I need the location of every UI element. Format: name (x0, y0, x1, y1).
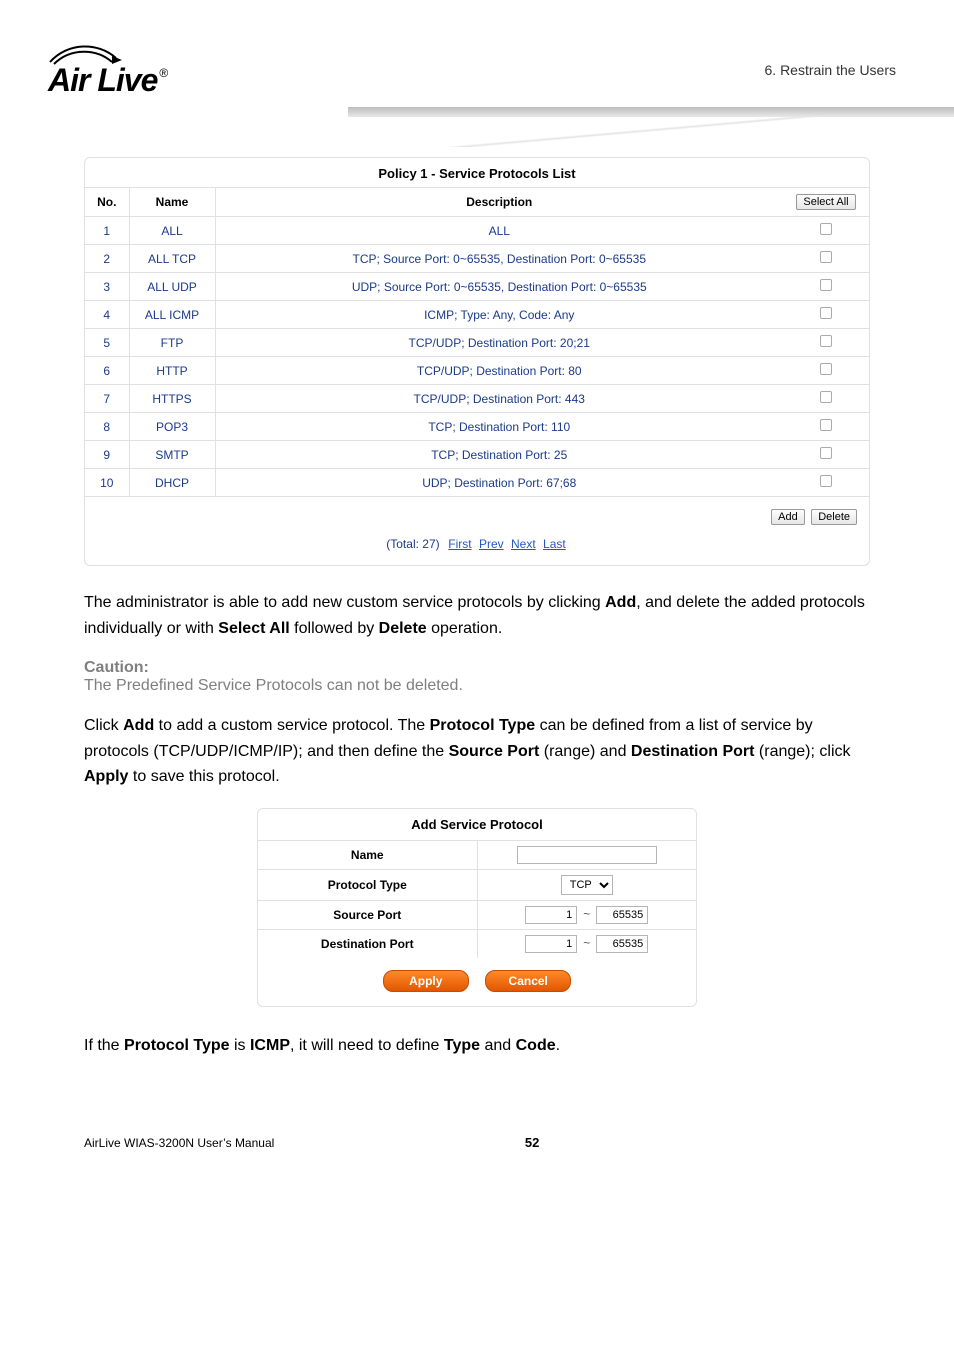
row-checkbox[interactable] (820, 447, 832, 459)
table-row: 5FTPTCP/UDP; Destination Port: 20;21 (85, 329, 869, 357)
pager-last[interactable]: Last (543, 537, 566, 551)
cell-name: ALL ICMP (129, 301, 215, 329)
cell-desc: ALL (215, 217, 783, 245)
cell-desc: UDP; Destination Port: 67;68 (215, 469, 783, 497)
cancel-button[interactable]: Cancel (485, 970, 571, 992)
breadcrumb: 6. Restrain the Users (765, 62, 897, 78)
range-separator: ~ (577, 907, 596, 921)
cell-no: 3 (85, 273, 129, 301)
name-label: Name (258, 840, 477, 869)
destination-port-to[interactable] (596, 935, 648, 953)
table-row: 10DHCPUDP; Destination Port: 67;68 (85, 469, 869, 497)
row-checkbox[interactable] (820, 475, 832, 487)
cell-name: FTP (129, 329, 215, 357)
cell-no: 10 (85, 469, 129, 497)
pager-next[interactable]: Next (511, 537, 536, 551)
table-row: 7HTTPSTCP/UDP; Destination Port: 443 (85, 385, 869, 413)
logo-registered: ® (159, 66, 167, 80)
col-name: Name (129, 188, 215, 217)
paragraph-1: The administrator is able to add new cus… (84, 590, 870, 641)
table-row: 3ALL UDPUDP; Source Port: 0~65535, Desti… (85, 273, 869, 301)
source-port-to[interactable] (596, 906, 648, 924)
pager: (Total: 27) First Prev Next Last (85, 529, 869, 565)
add-service-panel: Add Service Protocol Name Protocol Type … (257, 808, 697, 1007)
cell-name: SMTP (129, 441, 215, 469)
add-panel-title: Add Service Protocol (258, 809, 696, 840)
range-separator: ~ (577, 936, 596, 950)
cell-desc: UDP; Source Port: 0~65535, Destination P… (215, 273, 783, 301)
apply-button[interactable]: Apply (383, 970, 469, 992)
caution-heading: Caution: (84, 659, 870, 677)
row-checkbox[interactable] (820, 335, 832, 347)
pager-total: (Total: 27) (386, 537, 439, 551)
protocol-type-label: Protocol Type (258, 869, 477, 900)
footer-page-number: 52 (525, 1135, 539, 1150)
table-row: 2ALL TCPTCP; Source Port: 0~65535, Desti… (85, 245, 869, 273)
row-checkbox[interactable] (820, 419, 832, 431)
table-row: 4ALL ICMPICMP; Type: Any, Code: Any (85, 301, 869, 329)
row-checkbox[interactable] (820, 307, 832, 319)
protocols-table-container: Policy 1 - Service Protocols List No. Na… (84, 157, 870, 566)
source-port-from[interactable] (525, 906, 577, 924)
col-no: No. (85, 188, 129, 217)
cell-name: POP3 (129, 413, 215, 441)
brand-logo: Air Live ® (48, 40, 167, 99)
col-select: Select All (783, 188, 869, 217)
cell-no: 7 (85, 385, 129, 413)
cell-desc: TCP; Destination Port: 110 (215, 413, 783, 441)
cell-name: DHCP (129, 469, 215, 497)
name-input[interactable] (517, 846, 657, 864)
cell-no: 9 (85, 441, 129, 469)
select-all-button[interactable]: Select All (796, 194, 855, 210)
cell-no: 6 (85, 357, 129, 385)
source-port-label: Source Port (258, 900, 477, 929)
cell-no: 5 (85, 329, 129, 357)
destination-port-label: Destination Port (258, 929, 477, 958)
paragraph-2: Click Add to add a custom service protoc… (84, 713, 870, 790)
pager-prev[interactable]: Prev (479, 537, 504, 551)
table-row: 1ALLALL (85, 217, 869, 245)
destination-port-from[interactable] (525, 935, 577, 953)
delete-button[interactable]: Delete (811, 509, 857, 525)
caution-text: The Predefined Service Protocols can not… (84, 677, 870, 695)
cell-desc: TCP; Source Port: 0~65535, Destination P… (215, 245, 783, 273)
table-row: 8POP3TCP; Destination Port: 110 (85, 413, 869, 441)
cell-no: 1 (85, 217, 129, 245)
add-button[interactable]: Add (771, 509, 805, 525)
footer-manual: AirLive WIAS-3200N User’s Manual (84, 1136, 274, 1150)
col-desc: Description (215, 188, 783, 217)
cell-name: ALL (129, 217, 215, 245)
protocols-table-title: Policy 1 - Service Protocols List (85, 158, 869, 187)
protocol-type-select[interactable]: TCP (561, 875, 613, 895)
row-checkbox[interactable] (820, 223, 832, 235)
cell-name: ALL UDP (129, 273, 215, 301)
cell-name: HTTP (129, 357, 215, 385)
table-row: 6HTTPTCP/UDP; Destination Port: 80 (85, 357, 869, 385)
row-checkbox[interactable] (820, 391, 832, 403)
paragraph-3: If the Protocol Type is ICMP, it will ne… (84, 1033, 870, 1059)
logo-text: Air Live (48, 62, 157, 99)
row-checkbox[interactable] (820, 363, 832, 375)
cell-desc: TCP/UDP; Destination Port: 443 (215, 385, 783, 413)
cell-desc: ICMP; Type: Any, Code: Any (215, 301, 783, 329)
cell-no: 8 (85, 413, 129, 441)
header-divider (348, 107, 954, 117)
cell-name: ALL TCP (129, 245, 215, 273)
protocols-table: No. Name Description Select All 1ALLALL2… (85, 187, 869, 497)
row-checkbox[interactable] (820, 251, 832, 263)
row-checkbox[interactable] (820, 279, 832, 291)
cell-name: HTTPS (129, 385, 215, 413)
cell-no: 4 (85, 301, 129, 329)
pager-first[interactable]: First (448, 537, 471, 551)
cell-desc: TCP; Destination Port: 25 (215, 441, 783, 469)
cell-desc: TCP/UDP; Destination Port: 20;21 (215, 329, 783, 357)
cell-desc: TCP/UDP; Destination Port: 80 (215, 357, 783, 385)
cell-no: 2 (85, 245, 129, 273)
table-row: 9SMTPTCP; Destination Port: 25 (85, 441, 869, 469)
